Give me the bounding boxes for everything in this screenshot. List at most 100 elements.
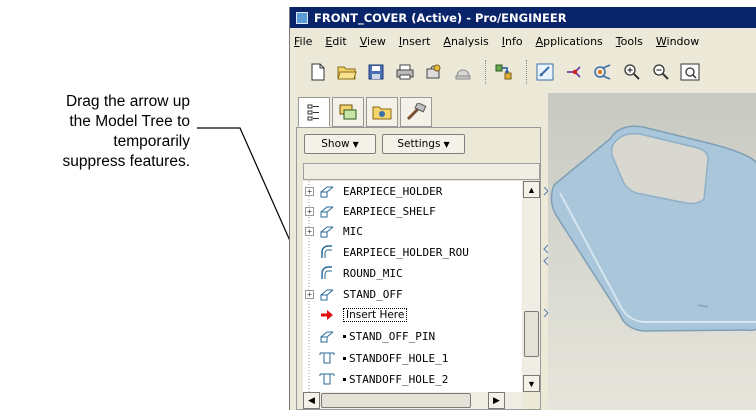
open-folder-icon[interactable]: [335, 60, 359, 84]
horizontal-scroll-thumb[interactable]: [321, 393, 471, 408]
refit-icon[interactable]: [678, 60, 702, 84]
zoom-in-icon[interactable]: [620, 60, 644, 84]
tree-row-standoff-hole-2[interactable]: STANDOFF_HOLE_2: [303, 369, 522, 389]
extrude-feature-icon: [320, 289, 334, 301]
chevron-down-icon: ▼: [443, 139, 450, 149]
menu-view[interactable]: View: [360, 35, 386, 48]
menu-applications[interactable]: Applications: [536, 35, 603, 48]
insert-arrow-icon[interactable]: [318, 307, 336, 323]
show-dropdown[interactable]: Show ▼: [304, 134, 376, 154]
scroll-down-button[interactable]: ▼: [523, 375, 540, 392]
expand-icon[interactable]: +: [305, 186, 314, 196]
print-icon[interactable]: [393, 60, 417, 84]
menu-window[interactable]: Window: [656, 35, 699, 48]
regenerate-icon[interactable]: [492, 60, 516, 84]
menu-bar: File Edit View Insert Analysis Info Appl…: [290, 30, 756, 52]
tree-row-earpiece-shelf[interactable]: + EARPIECE_SHELF: [303, 201, 522, 221]
tree-row-label: STAND_OFF_PIN: [343, 330, 435, 343]
tree-row-label: MIC: [343, 224, 363, 238]
tree-row-standoff-hole-1[interactable]: STANDOFF_HOLE_1: [303, 348, 522, 368]
callout-line: suppress features.: [62, 153, 190, 170]
tree-row-label-text: STANDOFF_HOLE_2: [349, 372, 449, 386]
settings-dropdown-label: Settings: [397, 138, 441, 150]
app-icon: [296, 11, 308, 24]
tree-row-stand-off[interactable]: + STAND_OFF: [303, 284, 522, 304]
model-tree-tab-icon[interactable]: [298, 97, 330, 127]
extrude-feature-icon: [320, 206, 334, 218]
menu-info[interactable]: Info: [502, 35, 523, 48]
menu-tools[interactable]: Tools: [616, 35, 643, 48]
tree-row-label: EARPIECE_SHELF: [343, 204, 436, 218]
tree-column-header[interactable]: [303, 163, 540, 180]
settings-dropdown[interactable]: Settings ▼: [382, 134, 465, 154]
expand-icon[interactable]: +: [305, 206, 314, 216]
tree-horizontal-scrollbar[interactable]: ◀ ▶: [303, 392, 522, 409]
tree-row-label-text: STANDOFF_HOLE_1: [349, 351, 449, 365]
expand-icon[interactable]: +: [305, 226, 314, 236]
menu-analysis[interactable]: Analysis: [443, 35, 488, 48]
model-tree-frame: Show ▼ Settings ▼ + EARPIECE_HOLDER + EA…: [296, 127, 541, 410]
repaint-icon[interactable]: [533, 60, 557, 84]
phone-cover-model: [550, 125, 756, 332]
insert-here-row[interactable]: Insert Here: [303, 305, 522, 325]
extrude-feature-icon: [320, 186, 334, 198]
main-toolbar: [290, 55, 756, 89]
tree-row-label: STANDOFF_HOLE_2: [343, 373, 448, 386]
tree-row-label: STAND_OFF: [343, 287, 403, 301]
zoom-out-icon[interactable]: [649, 60, 673, 84]
graphics-viewport[interactable]: [548, 93, 756, 410]
callout-text: Drag the arrow up the Model Tree to temp…: [0, 92, 190, 172]
round-feature-icon: [321, 245, 332, 258]
orient-icon[interactable]: [591, 60, 615, 84]
favorites-tab-icon[interactable]: [400, 97, 432, 127]
callout-line: the Model Tree to: [69, 113, 190, 130]
tree-row-earpiece-holder[interactable]: + EARPIECE_HOLDER: [303, 181, 522, 201]
scroll-left-button[interactable]: ◀: [303, 392, 320, 409]
round-feature-icon: [321, 266, 332, 279]
tree-row-mic[interactable]: + MIC: [303, 221, 522, 241]
send-icon[interactable]: [422, 60, 446, 84]
menu-edit[interactable]: Edit: [325, 35, 346, 48]
suppressed-marker-icon: [343, 377, 346, 381]
tree-vertical-scrollbar[interactable]: ▲ ▼: [523, 181, 540, 392]
callout-line: temporarily: [113, 133, 190, 150]
close-window-icon[interactable]: [451, 60, 475, 84]
insert-here-label: Insert Here: [343, 308, 408, 322]
extrude-feature-icon: [320, 331, 334, 343]
title-bar[interactable]: FRONT_COVER (Active) - Pro/ENGINEER: [290, 7, 756, 28]
window-title: FRONT_COVER (Active) - Pro/ENGINEER: [314, 10, 567, 25]
menu-file[interactable]: File: [294, 35, 312, 48]
hole-feature-icon: [319, 373, 335, 385]
scroll-right-button[interactable]: ▶: [488, 392, 505, 409]
navigator-panel: Show ▼ Settings ▼ + EARPIECE_HOLDER + EA…: [296, 93, 541, 410]
tree-row-label: EARPIECE_HOLDER_ROU: [343, 245, 469, 259]
proe-window: FRONT_COVER (Active) - Pro/ENGINEER File…: [289, 7, 756, 410]
extrude-feature-icon: [320, 226, 334, 238]
tree-row-earpiece-holder-round[interactable]: EARPIECE_HOLDER_ROU: [303, 242, 522, 262]
new-file-icon[interactable]: [306, 60, 330, 84]
toolbar-separator: [526, 60, 528, 84]
expand-icon[interactable]: +: [305, 289, 314, 299]
tree-row-stand-off-pin[interactable]: STAND_OFF_PIN: [303, 326, 522, 346]
tree-row-label-text: STAND_OFF_PIN: [349, 329, 436, 343]
model-tree: + EARPIECE_HOLDER + EARPIECE_SHELF + MIC…: [303, 181, 522, 392]
vertical-scroll-thumb[interactable]: [524, 311, 539, 357]
chevron-down-icon: ▼: [352, 139, 359, 149]
folder-browser-tab-icon[interactable]: [366, 97, 398, 127]
scroll-up-button[interactable]: ▲: [523, 181, 540, 198]
show-dropdown-label: Show: [321, 138, 350, 150]
suppressed-marker-icon: [343, 334, 346, 338]
suppressed-marker-icon: [343, 356, 346, 360]
layer-tree-tab-icon[interactable]: [332, 97, 364, 127]
tree-row-label: EARPIECE_HOLDER: [343, 184, 443, 198]
toolbar-separator: [485, 60, 487, 84]
navigator-tabs: [298, 97, 434, 127]
menu-insert[interactable]: Insert: [399, 35, 431, 48]
callout-line: Drag the arrow up: [65, 93, 190, 110]
tree-row-label: STANDOFF_HOLE_1: [343, 352, 448, 365]
hole-feature-icon: [319, 352, 335, 364]
tree-row-round-mic[interactable]: ROUND_MIC: [303, 263, 522, 283]
tree-row-label: ROUND_MIC: [343, 266, 403, 280]
save-icon[interactable]: [364, 60, 388, 84]
spin-center-icon[interactable]: [562, 60, 586, 84]
